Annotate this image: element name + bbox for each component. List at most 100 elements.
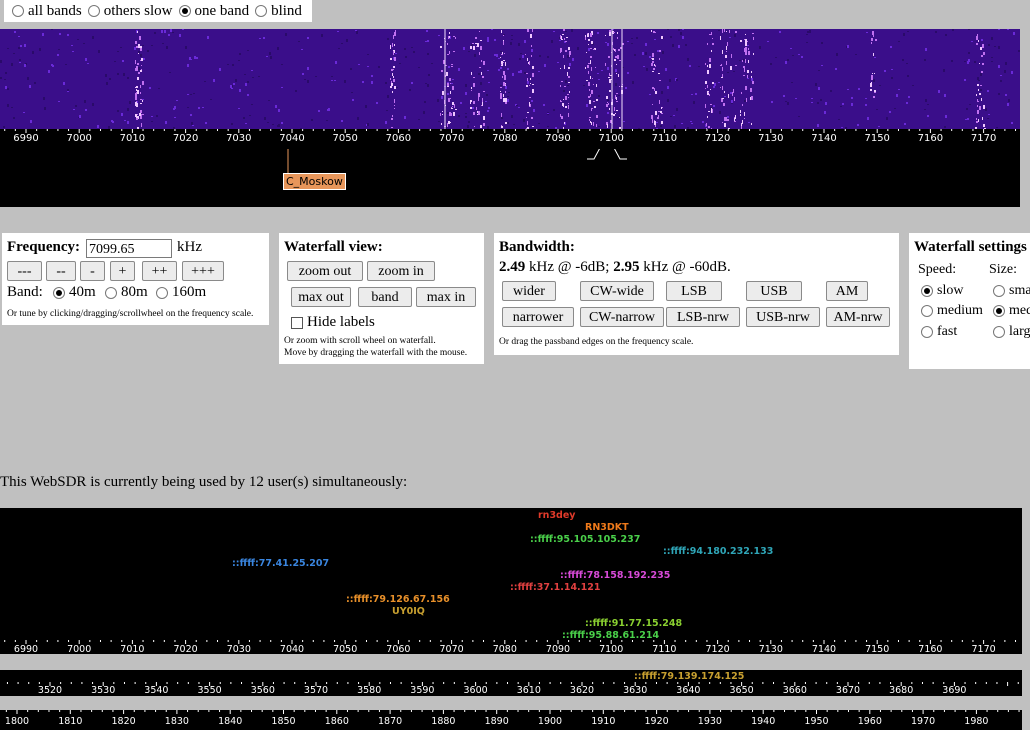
size-option-large[interactable]: large: [991, 324, 1030, 340]
usb-narrow-button[interactable]: USB-nrw: [746, 307, 820, 327]
waterfall-noise: [520, 70, 522, 73]
waterfall-signal: [480, 46, 482, 50]
mode-option-others-slow[interactable]: others slow: [86, 3, 173, 20]
waterfall-display[interactable]: [0, 29, 1020, 129]
waterfall-noise: [607, 43, 609, 46]
lsb-button[interactable]: LSB: [666, 281, 722, 301]
waterfall-signal: [451, 113, 452, 116]
mode-option-all-bands[interactable]: all bands: [10, 3, 82, 20]
step-up-3-button[interactable]: +++: [182, 261, 224, 281]
band-option-40m[interactable]: 40m: [51, 284, 96, 301]
passband-graphic[interactable]: [0, 145, 1020, 207]
frequency-scale-ticks[interactable]: 3520 3530 3540 3550 3560 3570 3580 3590 3600 3610…: [0, 670, 1022, 696]
band-option-80m[interactable]: 80m: [103, 284, 148, 301]
step-up-1-button[interactable]: +: [110, 261, 135, 281]
speed-option-fast[interactable]: fast: [919, 324, 957, 340]
waterfall-signal: [976, 121, 978, 123]
waterfall-noise: [815, 83, 817, 86]
max-out-button[interactable]: max out: [291, 287, 351, 307]
band-button[interactable]: band: [358, 287, 412, 307]
station-label-tag[interactable]: C_Moskow: [283, 173, 346, 190]
radio-icon[interactable]: [993, 325, 1005, 338]
radio-checked-icon[interactable]: [921, 284, 933, 297]
lsb-narrow-button[interactable]: LSB-nrw: [666, 307, 740, 327]
radio-icon[interactable]: [255, 5, 268, 18]
waterfall-signal: [532, 126, 534, 127]
size-option-small[interactable]: small: [991, 283, 1030, 299]
waterfall-signal: [607, 124, 608, 128]
radio-icon[interactable]: [156, 286, 168, 299]
radio-icon[interactable]: [12, 5, 24, 18]
waterfall-signal: [587, 33, 588, 34]
step-up-2-button[interactable]: ++: [142, 261, 177, 281]
radio-icon[interactable]: [921, 325, 933, 338]
waterfall-signal: [452, 86, 454, 90]
waterfall-noise: [172, 32, 174, 33]
radio-icon[interactable]: [921, 304, 933, 317]
hide-labels-option[interactable]: Hide labels: [291, 314, 375, 331]
cw-narrow-button[interactable]: CW-narrow: [580, 307, 664, 327]
zoom-in-button[interactable]: zoom in: [367, 261, 435, 281]
radio-icon[interactable]: [993, 284, 1005, 297]
frequency-scale-40m-users[interactable]: 6990 7000 7010 7020 7030 7040 7050 7060 7070 7080…: [0, 640, 1022, 654]
step-down-2-button[interactable]: --: [46, 261, 76, 281]
speed-option-medium[interactable]: medium: [919, 303, 983, 319]
frequency-scale-ticks[interactable]: 1800 1810 1820 1830 1840 1850 1860 1870 1880 1890…: [0, 710, 1022, 730]
narrower-button[interactable]: narrower: [502, 307, 574, 327]
cw-wide-button[interactable]: CW-wide: [580, 281, 654, 301]
waterfall-noise: [770, 63, 772, 65]
radio-checked-icon[interactable]: [53, 286, 65, 299]
passband-area[interactable]: C_Moskow: [0, 145, 1020, 207]
am-button[interactable]: AM: [826, 281, 868, 301]
waterfall-signal: [711, 108, 712, 109]
speed-option-slow[interactable]: slow: [919, 283, 963, 299]
frequency-scale[interactable]: 6990 7000 7010 7020 7030 7040 7050 7060 7070 7080…: [0, 129, 1020, 149]
frequency-scale-80m[interactable]: ::ffff:79.139.174.125 3520 3530 3540 3550 35…: [0, 670, 1022, 696]
waterfall-noise: [597, 32, 599, 34]
checkbox-icon[interactable]: [291, 316, 303, 329]
waterfall-signal: [740, 40, 742, 42]
mode-option-one-band[interactable]: one band: [177, 3, 249, 20]
waterfall-noise: [187, 94, 189, 95]
waterfall-noise: [460, 102, 462, 104]
waterfall-signal: [500, 93, 502, 96]
waterfall-signal: [720, 36, 721, 40]
user-label: ::ffff:95.105.105.237: [530, 534, 641, 545]
max-in-button[interactable]: max in: [416, 287, 476, 307]
waterfall-noise: [120, 47, 122, 48]
wider-button[interactable]: wider: [502, 281, 556, 301]
size-option-medium[interactable]: medium: [991, 303, 1030, 319]
waterfall-signal: [658, 73, 660, 74]
waterfall-signal: [655, 91, 657, 94]
radio-checked-icon[interactable]: [993, 304, 1005, 317]
usb-button[interactable]: USB: [746, 281, 802, 301]
waterfall-signal: [561, 81, 563, 82]
waterfall-noise: [187, 107, 189, 108]
zoom-out-button[interactable]: zoom out: [287, 261, 363, 281]
waterfall-noise: [151, 116, 153, 117]
waterfall-image[interactable]: [0, 29, 1020, 129]
frequency-scale-ticks[interactable]: 6990 7000 7010 7020 7030 7040 7050 7060 7070 7080…: [0, 129, 1020, 149]
radio-checked-icon[interactable]: [178, 5, 191, 18]
step-down-1-button[interactable]: -: [80, 261, 105, 281]
waterfall-signal: [448, 36, 449, 39]
radio-icon[interactable]: [87, 5, 100, 18]
am-narrow-button[interactable]: AM-nrw: [826, 307, 890, 327]
waterfall-noise: [925, 99, 927, 102]
step-down-3-button[interactable]: ---: [7, 261, 42, 281]
frequency-scale-160m[interactable]: 1800 1810 1820 1830 1840 1850 1860 1870 1880 1890…: [0, 710, 1022, 730]
band-option-160m[interactable]: 160m: [154, 284, 206, 301]
waterfall-noise: [295, 90, 297, 92]
scale-label: 7160: [918, 133, 943, 144]
waterfall-noise: [182, 29, 184, 30]
waterfall-noise: [458, 115, 460, 117]
radio-icon[interactable]: [105, 286, 117, 299]
mode-option-blind[interactable]: blind: [253, 3, 302, 20]
waterfall-signal: [474, 126, 475, 127]
waterfall-noise: [164, 30, 166, 33]
frequency-scale-ticks[interactable]: 6990 7000 7010 7020 7030 7040 7050 7060 7070 7080…: [0, 640, 1022, 654]
waterfall-noise: [531, 49, 533, 52]
frequency-input[interactable]: 7099.65: [86, 239, 172, 258]
scale-label: 7150: [865, 644, 889, 654]
waterfall-signal: [479, 67, 481, 68]
